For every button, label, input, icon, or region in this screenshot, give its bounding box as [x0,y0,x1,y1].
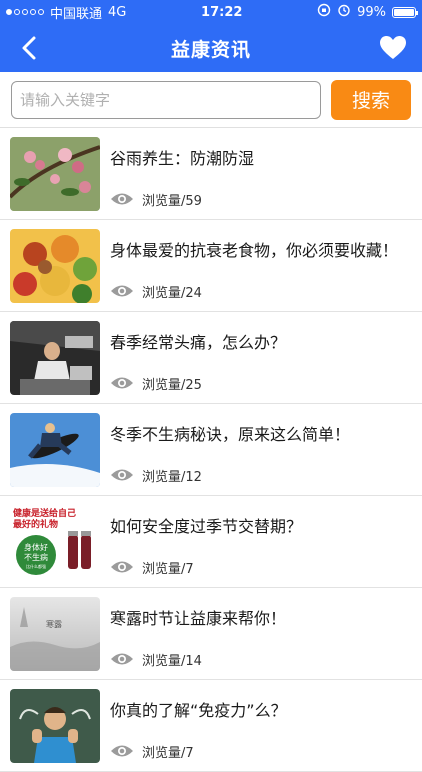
heart-icon [379,36,406,59]
view-count-label: 浏览量/24 [142,285,202,301]
network-label: 4G [108,4,127,20]
article-thumbnail [10,320,100,395]
article-item[interactable]: 健康是送给自己 最好的礼物 身体好 不生病 比什么都强 如何安全度过季节交替期？… [0,496,422,588]
article-item[interactable]: 谷雨养生：防潮防湿 浏览量/59 [0,128,422,220]
article-title: 你真的了解“免疫力”么？ [110,700,287,720]
article-list: 谷雨养生：防潮防湿 浏览量/59 身体最爱的抗衰老食物，你必须要收藏！ 浏览量/… [0,128,422,772]
view-count: 浏览量/59 [110,190,202,209]
article-title: 春季经常头痛，怎么办？ [110,332,287,352]
article-body: 冬季不生病秘诀，原来这么简单！ 浏览量/12 [110,413,412,487]
article-item[interactable]: 身体最爱的抗衰老食物，你必须要收藏！ 浏览量/24 [0,220,422,312]
view-count: 浏览量/24 [110,282,202,301]
alarm-icon [337,3,351,21]
view-count-label: 浏览量/7 [142,561,194,577]
article-item[interactable]: 寒露 寒露时节让益康来帮你！ 浏览量/14 [0,588,422,680]
article-thumbnail: 健康是送给自己 最好的礼物 身体好 不生病 比什么都强 [10,504,100,579]
article-thumbnail [10,136,100,211]
ad-badge-line3: 比什么都强 [26,563,46,569]
eye-icon [111,377,133,389]
article-thumbnail [10,688,100,763]
article-title: 谷雨养生：防潮防湿 [110,148,255,168]
view-count-label: 浏览量/25 [142,377,202,393]
status-time: 17:22 [201,4,243,20]
eye-icon [111,469,133,481]
view-count: 浏览量/7 [110,742,194,761]
ad-slogan-line1: 健康是送给自己 [13,507,76,519]
ad-slogan-line2: 最好的礼物 [13,518,58,530]
article-body: 你真的了解“免疫力”么？ 浏览量/7 [110,689,412,763]
eye-icon [111,653,133,665]
eye-icon [111,193,133,205]
article-title: 寒露时节让益康来帮你！ [110,608,287,628]
carrier-label: 中国联通 [50,6,103,22]
fog-label: 寒露 [46,619,62,629]
view-count: 浏览量/12 [110,466,202,485]
article-thumbnail [10,412,100,487]
back-button[interactable] [14,33,44,63]
search-input[interactable] [11,80,321,119]
view-count: 浏览量/7 [110,558,194,577]
battery-fill [393,8,414,16]
ad-badge-line1: 身体好 [24,542,48,552]
view-count-label: 浏览量/7 [142,745,194,761]
ad-badge-line2: 不生病 [24,552,48,562]
article-title: 身体最爱的抗衰老食物，你必须要收藏！ [110,240,399,260]
search-button[interactable]: 搜索 [331,79,411,120]
article-item[interactable]: 冬季不生病秘诀，原来这么简单！ 浏览量/12 [0,404,422,496]
view-count-label: 浏览量/14 [142,653,202,669]
status-left: 中国联通 4G [6,3,126,22]
view-count: 浏览量/25 [110,374,202,393]
status-right: 99% [317,3,418,21]
nav-bar: 益康资讯 [0,24,422,72]
battery-percent: 99% [357,4,386,20]
article-body: 寒露时节让益康来帮你！ 浏览量/14 [110,597,412,671]
signal-strength-icon [6,9,44,15]
article-item[interactable]: 春季经常头痛，怎么办？ 浏览量/25 [0,312,422,404]
view-count-label: 浏览量/59 [142,193,202,209]
article-body: 春季经常头痛，怎么办？ 浏览量/25 [110,321,412,395]
status-bar: 中国联通 4G 17:22 99% [0,0,422,24]
battery-icon [391,6,418,18]
article-body: 身体最爱的抗衰老食物，你必须要收藏！ 浏览量/24 [110,229,412,303]
article-body: 谷雨养生：防潮防湿 浏览量/59 [110,137,412,211]
favorite-button[interactable] [378,33,408,63]
back-chevron-icon [22,36,36,60]
page-title: 益康资讯 [170,38,251,61]
article-thumbnail: 寒露 [10,596,100,671]
search-row: 搜索 [0,72,422,128]
article-title: 如何安全度过季节交替期？ [110,516,303,536]
article-body: 如何安全度过季节交替期？ 浏览量/7 [110,505,412,579]
eye-icon [111,561,133,573]
article-item[interactable]: 你真的了解“免疫力”么？ 浏览量/7 [0,680,422,772]
article-title: 冬季不生病秘诀，原来这么简单！ [110,424,351,444]
eye-icon [111,285,133,297]
article-thumbnail [10,228,100,303]
rotation-lock-icon [317,3,331,21]
view-count: 浏览量/14 [110,650,202,669]
eye-icon [111,745,133,757]
view-count-label: 浏览量/12 [142,469,202,485]
